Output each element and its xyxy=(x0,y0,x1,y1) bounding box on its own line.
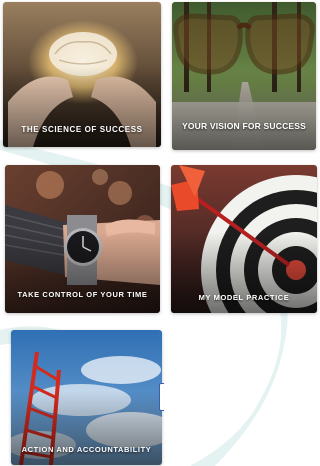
tile-model-practice[interactable]: MY MODEL PRACTICE xyxy=(171,165,317,313)
tile-label: THE SCIENCE OF SUCCESS xyxy=(21,125,143,134)
drag-handle[interactable] xyxy=(159,383,164,411)
tile-science-of-success[interactable]: THE SCIENCE OF SUCCESS xyxy=(3,2,161,147)
tile-label: MY MODEL PRACTICE xyxy=(198,293,290,302)
tile-label: YOUR VISION FOR SUCCESS xyxy=(181,121,307,131)
tile-action-accountability[interactable]: ACTION AND ACCOUNTABILITY xyxy=(11,330,162,465)
tile-vision-for-success[interactable]: YOUR VISION FOR SUCCESS xyxy=(172,2,316,150)
tile-label: TAKE CONTROL OF YOUR TIME xyxy=(17,290,148,299)
tile-label: ACTION AND ACCOUNTABILITY xyxy=(21,445,152,454)
tile-take-control-of-time[interactable]: TAKE CONTROL OF YOUR TIME xyxy=(5,165,160,313)
